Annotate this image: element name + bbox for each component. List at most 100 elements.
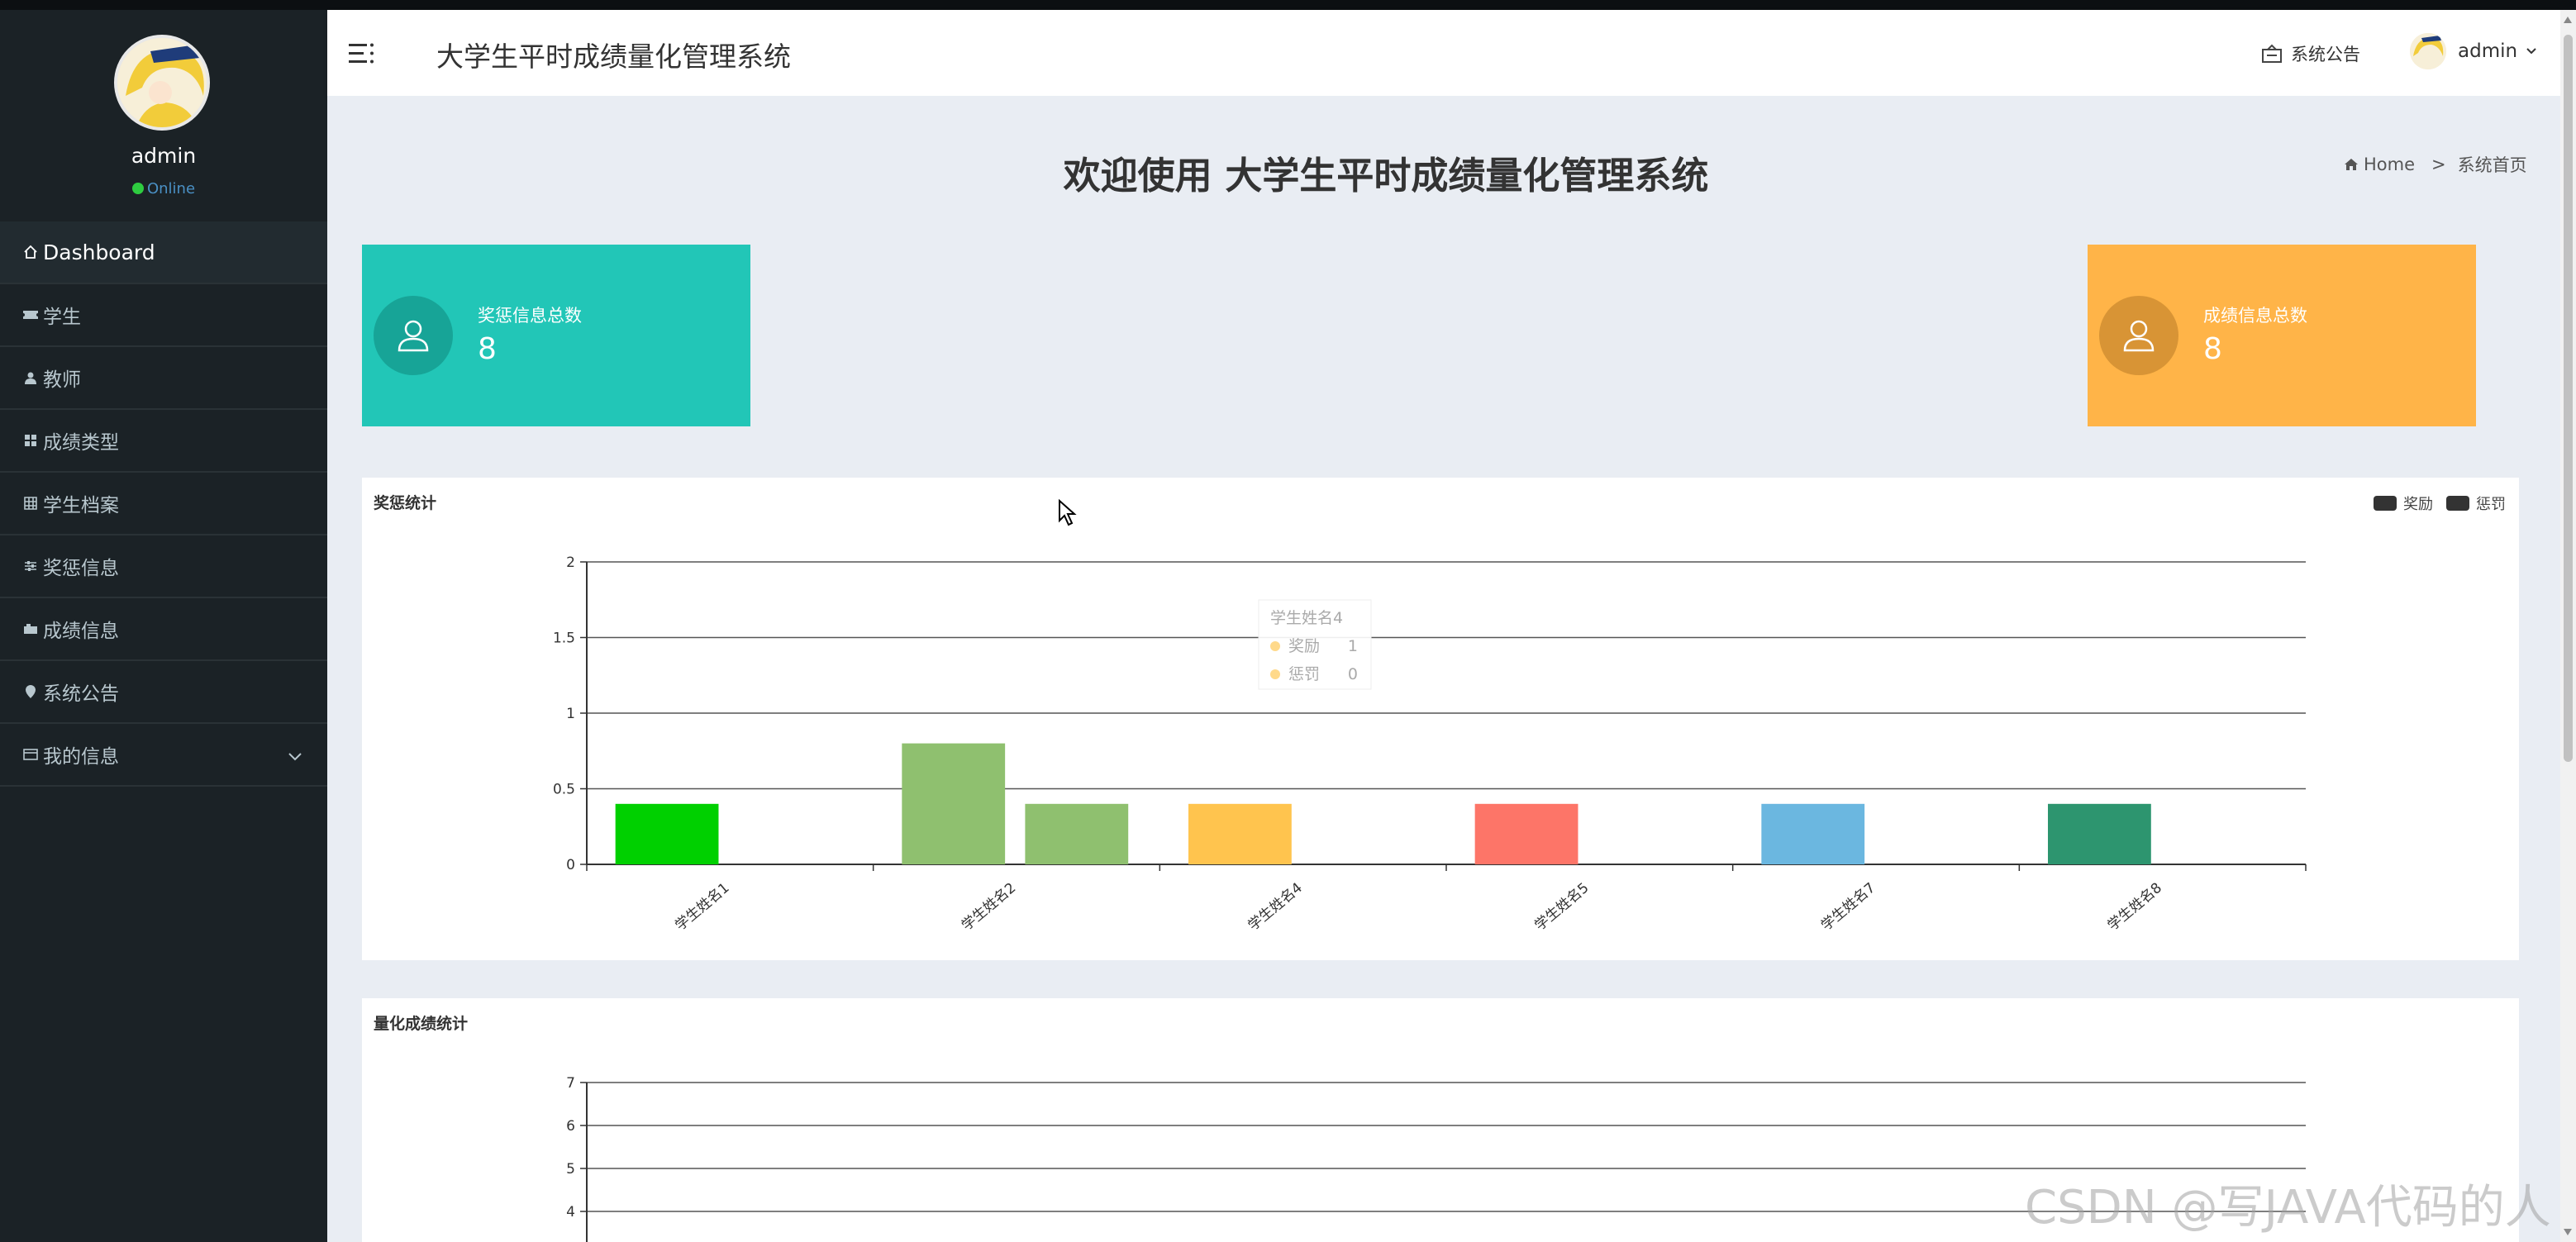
user-icon [21, 369, 40, 387]
sidebar-item-scores[interactable]: 成绩信息 [0, 598, 327, 661]
chevron-down-icon[interactable] [288, 745, 302, 767]
sidebar-item-label: Dashboard [43, 240, 155, 264]
tooltip-dot [1270, 641, 1280, 651]
tooltip-series-value: 1 [1348, 637, 1358, 655]
scroll-up-arrow-icon[interactable] [2564, 17, 2572, 23]
y-tick-label: 0.5 [553, 782, 575, 798]
sidebar-item-label: 我的信息 [43, 746, 119, 768]
tooltip-dot [1270, 669, 1280, 679]
breadcrumb-separator: > [2431, 155, 2446, 174]
scrollbar-thumb[interactable] [2564, 35, 2573, 762]
bar-reward [1474, 803, 1578, 864]
y-tick-label: 6 [566, 1118, 575, 1135]
window-top-strip [0, 0, 2576, 10]
sidebar-item-announcements[interactable]: 系统公告 [0, 661, 327, 724]
sidebar-item-label: 成绩信息 [43, 621, 119, 642]
x-tick-label: 学生姓名5 [1531, 880, 1592, 935]
sidebar-item-label: 奖惩信息 [43, 558, 119, 579]
header-username: admin [2458, 40, 2518, 62]
bar-reward [2048, 803, 2151, 864]
header-notice-label: 系统公告 [2291, 45, 2360, 64]
sidebar-item-student-records[interactable]: 学生档案 [0, 473, 327, 535]
chevron-down-icon [2526, 47, 2537, 55]
y-tick-label: 7 [566, 1075, 575, 1092]
sidebar-item-teachers[interactable]: 教师 [0, 347, 327, 410]
bar-punishment [1025, 803, 1129, 864]
tooltip-series-name: 惩罚 [1288, 665, 1320, 683]
tooltip-series-name: 奖励 [1288, 637, 1320, 655]
y-tick-label: 5 [566, 1161, 575, 1178]
ticket-icon [21, 306, 40, 324]
main-content: 欢迎使用 大学生平时成绩量化管理系统 Home > 系统首页 奖惩信息总数 8 … [327, 96, 2560, 1242]
home-icon [2344, 158, 2359, 171]
reward-punishment-chart-panel: 奖惩统计 奖励 惩罚 0 0.5 1 1.5 2 学生姓名1 学生姓名2 学生姓名4 学生姓名5… [362, 478, 2519, 960]
notice-icon [2261, 44, 2283, 64]
bar-reward [902, 743, 1006, 864]
stat-card-scores-total[interactable]: 成绩信息总数 8 [2088, 245, 2476, 426]
status-label: Online [146, 180, 196, 197]
bar-reward [1761, 803, 1865, 864]
sidebar-item-label: 成绩类型 [43, 432, 119, 454]
stat-card-rewards-total[interactable]: 奖惩信息总数 8 [362, 245, 750, 426]
sidebar-item-my-info[interactable]: 我的信息 [0, 724, 327, 787]
avatar[interactable] [114, 35, 210, 131]
x-tick-label: 学生姓名2 [959, 880, 1019, 935]
y-tick-label: 0 [566, 857, 575, 873]
tooltip-series-value: 0 [1348, 665, 1358, 683]
header-user-menu[interactable]: admin [2410, 33, 2537, 69]
breadcrumb: Home > 系统首页 [2344, 152, 2527, 177]
y-tick-label: 1 [566, 706, 575, 722]
top-header: 大学生平时成绩量化管理系统 系统公告 admin [327, 10, 2560, 96]
card-icon [21, 745, 40, 764]
watermark: CSDN @写JAVA代码的人 [2025, 1181, 2551, 1235]
stat-label: 成绩信息总数 [2203, 306, 2307, 326]
sidebar-item-label: 学生档案 [43, 495, 119, 516]
avatar [2410, 33, 2446, 69]
sidebar-menu: Dashboard 学生 教师 成绩类型 学生档案 奖惩信息 成绩信息 系统公告… [0, 221, 327, 787]
sidebar-item-score-types[interactable]: 成绩类型 [0, 410, 327, 473]
breadcrumb-current: 系统首页 [2457, 155, 2527, 175]
sidebar-item-label: 教师 [43, 369, 81, 391]
camera-icon [21, 620, 40, 638]
x-tick-label: 学生姓名8 [2105, 880, 2165, 935]
reward-punishment-bar-chart: 0 0.5 1 1.5 2 学生姓名1 学生姓名2 学生姓名4 学生姓名5 学生姓名7 学生姓名8 学… [553, 554, 2307, 935]
sidebar-item-students[interactable]: 学生 [0, 284, 327, 347]
sidebar: admin Online Dashboard 学生 教师 成绩类型 学生档案 奖… [0, 10, 327, 1242]
sidebar-item-label: 学生 [43, 307, 81, 328]
user-icon [2099, 296, 2178, 375]
sidebar-profile: admin Online [0, 10, 327, 221]
sidebar-item-dashboard[interactable]: Dashboard [0, 221, 327, 284]
sidebar-item-label: 系统公告 [43, 683, 119, 705]
mouse-cursor-icon [1058, 498, 1078, 531]
pin-icon [21, 683, 40, 701]
x-tick-label: 学生姓名1 [672, 880, 732, 935]
sliders-icon [21, 557, 40, 575]
bar-reward [615, 803, 719, 864]
scroll-down-arrow-icon[interactable] [2564, 1229, 2572, 1235]
app-title: 大学生平时成绩量化管理系统 [436, 40, 791, 73]
stat-value: 8 [2203, 332, 2222, 366]
header-notice-link[interactable]: 系统公告 [2261, 41, 2360, 66]
stat-label: 奖惩信息总数 [478, 306, 582, 326]
y-tick-label: 2 [566, 554, 575, 571]
tooltip-title: 学生姓名4 [1270, 609, 1343, 627]
home-icon [21, 243, 40, 261]
bar-reward [1188, 803, 1292, 864]
status-dot-icon [131, 183, 144, 194]
page-title: 欢迎使用 大学生平时成绩量化管理系统 [1063, 154, 1709, 197]
x-tick-label: 学生姓名4 [1245, 880, 1306, 935]
online-status: Online [0, 180, 327, 197]
table-icon [21, 494, 40, 512]
y-tick-label: 1.5 [553, 631, 575, 647]
avatar-image-icon [117, 38, 207, 127]
user-icon [374, 296, 453, 375]
stat-value: 8 [478, 332, 497, 366]
sidebar-username: admin [131, 144, 197, 168]
menu-toggle-icon[interactable] [347, 41, 375, 69]
page-scrollbar[interactable] [2560, 10, 2576, 1242]
x-tick-label: 学生姓名7 [1818, 880, 1878, 935]
y-tick-label: 4 [566, 1204, 575, 1221]
sidebar-item-rewards-punishments[interactable]: 奖惩信息 [0, 535, 327, 598]
breadcrumb-home-link[interactable]: Home [2364, 155, 2415, 174]
grid-icon [21, 431, 40, 450]
